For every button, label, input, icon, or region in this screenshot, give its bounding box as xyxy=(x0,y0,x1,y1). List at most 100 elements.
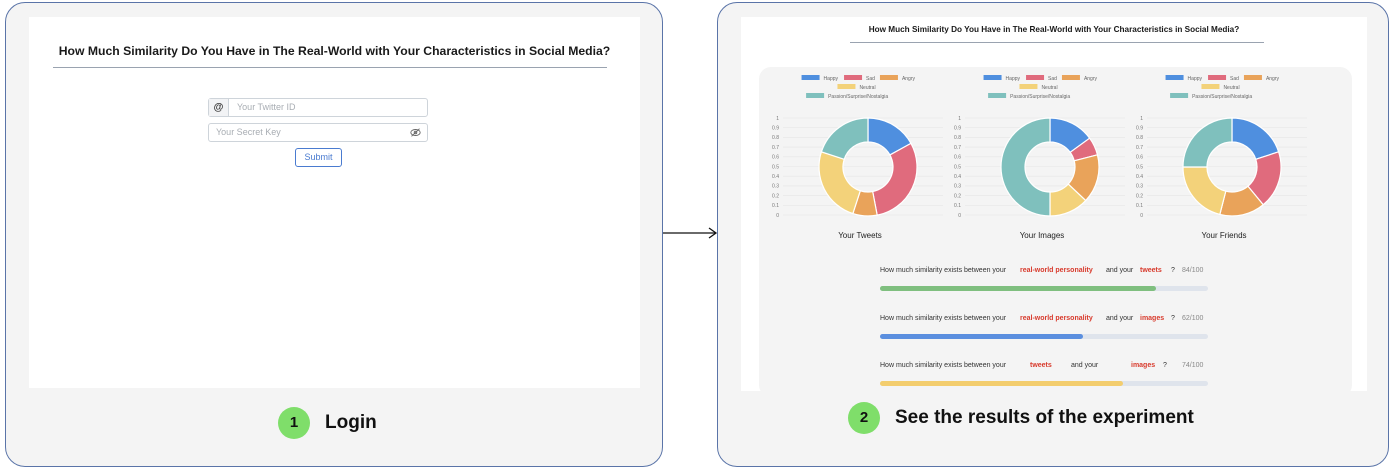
score: 62/100 xyxy=(1182,315,1204,322)
results-panel: How Much Similarity Do You Have in The R… xyxy=(717,2,1389,467)
chart-friends: Happy Sad Angry Neutral Passion/Surprise/Nos… xyxy=(1129,67,1319,247)
y-tick-label: 0.7 xyxy=(954,145,961,151)
y-tick-label: 0 xyxy=(776,213,779,219)
highlight-a: tweets xyxy=(1030,362,1052,369)
page-title: How Much Similarity Do You Have in The R… xyxy=(868,25,1240,34)
submit-button[interactable]: Submit xyxy=(295,148,342,167)
title-divider xyxy=(53,67,607,68)
legend-item: Neutral xyxy=(1019,84,1058,91)
progress-track xyxy=(880,334,1208,339)
highlight-b: tweets xyxy=(1140,267,1162,274)
y-tick-label: 0.7 xyxy=(772,145,779,151)
donut-slice-passion xyxy=(820,117,869,161)
legend-swatch xyxy=(1208,75,1227,80)
legend-label: Angry xyxy=(1084,76,1098,82)
donut-slice-neutral xyxy=(818,151,862,215)
legend-item: Angry xyxy=(1061,75,1098,82)
question-text: How much similarity exists between your … xyxy=(880,315,1204,322)
similarity-question: How much similarity exists between your … xyxy=(880,267,1210,291)
legend-swatch xyxy=(1243,75,1262,80)
chart-title: Your Friends xyxy=(1201,231,1247,240)
y-tick-label: 0.2 xyxy=(954,193,961,199)
y-tick-label: 1 xyxy=(958,116,961,122)
y-tick-label: 0.2 xyxy=(772,193,779,199)
legend-label: Happy xyxy=(1006,76,1021,82)
y-tick-label: 0.1 xyxy=(772,203,779,209)
y-tick-label: 0.3 xyxy=(1136,184,1143,190)
twitter-id-field[interactable]: @ Your Twitter ID xyxy=(208,98,428,117)
legend-item: Happy xyxy=(801,75,839,82)
legend-label: Neutral xyxy=(1041,85,1057,91)
login-screen: How Much Similarity Do You Have in The R… xyxy=(29,17,640,388)
eye-off-icon[interactable] xyxy=(410,128,421,137)
y-tick-label: 0.1 xyxy=(1136,203,1143,209)
legend-swatch xyxy=(1201,84,1220,89)
highlight-b: images xyxy=(1140,315,1165,322)
y-tick-label: 0.7 xyxy=(1136,145,1143,151)
legend-swatch xyxy=(988,93,1007,98)
legend-item: Angry xyxy=(1243,75,1280,82)
legend-label: Angry xyxy=(1266,76,1280,82)
step-label: Login xyxy=(325,412,377,433)
login-panel: How Much Similarity Do You Have in The R… xyxy=(5,2,663,467)
legend-item: Happy xyxy=(983,75,1021,82)
score: 84/100 xyxy=(1182,267,1204,274)
progress-fill xyxy=(880,381,1123,386)
step-label: See the results of the experiment xyxy=(895,407,1194,428)
similarity-question: How much similarity exists between your … xyxy=(880,362,1210,386)
secret-key-placeholder: Your Secret Key xyxy=(216,127,281,137)
donut-slice-happy xyxy=(1231,117,1280,161)
donut-chart: Happy Sad Angry Neutral Passion/Surprise/Nos… xyxy=(954,75,1125,219)
legend-swatch xyxy=(801,75,820,80)
secret-key-field[interactable]: Your Secret Key xyxy=(208,123,428,142)
legend-swatch xyxy=(1165,75,1184,80)
progress-fill xyxy=(880,334,1084,339)
y-tick-label: 0.9 xyxy=(1136,126,1143,132)
legend-item: Angry xyxy=(879,75,916,82)
similarity-question: How much similarity exists between your … xyxy=(880,315,1210,339)
legend-label: Passion/Surprise/Nostalgia xyxy=(1192,94,1252,100)
highlight-a: real-world personality xyxy=(1020,267,1093,274)
legend-swatch xyxy=(1019,84,1038,89)
chart-title: Your Tweets xyxy=(838,231,882,240)
highlight-a: real-world personality xyxy=(1020,315,1093,322)
legend-label: Sad xyxy=(1230,76,1239,82)
step-login: 1 Login xyxy=(278,407,377,439)
y-tick-label: 0 xyxy=(958,213,961,219)
legend-label: Sad xyxy=(866,76,875,82)
legend-label: Happy xyxy=(824,76,839,82)
y-tick-label: 0.4 xyxy=(1136,174,1143,180)
question-text: How much similarity exists between your … xyxy=(880,267,1204,274)
legend-label: Happy xyxy=(1188,76,1203,82)
title-divider xyxy=(850,42,1264,43)
legend-item: Neutral xyxy=(1201,84,1240,91)
progress-fill xyxy=(880,286,1156,291)
chart-title: Your Images xyxy=(1019,231,1065,240)
flow-arrow xyxy=(663,227,718,239)
chart-tweets: Happy Sad Angry Neutral Passion/Surprise/Nos… xyxy=(765,67,955,247)
y-tick-label: 1 xyxy=(776,116,779,122)
page-title: How Much Similarity Do You Have in The R… xyxy=(58,44,611,58)
legend-label: Angry xyxy=(902,76,916,82)
y-tick-label: 0.4 xyxy=(772,174,779,180)
y-tick-label: 0.3 xyxy=(772,184,779,190)
y-tick-label: 0.4 xyxy=(954,174,961,180)
y-tick-label: 1 xyxy=(1140,116,1143,122)
progress-track xyxy=(880,286,1208,291)
score: 74/100 xyxy=(1182,362,1204,369)
donut-slice-sad xyxy=(871,142,918,216)
legend-label: Passion/Surprise/Nostalgia xyxy=(1010,94,1070,100)
legend-item: Neutral xyxy=(837,84,876,91)
progress-track xyxy=(880,381,1208,386)
y-tick-label: 0.9 xyxy=(772,126,779,132)
highlight-b: images xyxy=(1131,362,1156,369)
legend-item: Happy xyxy=(1165,75,1203,82)
donut-slice-passion xyxy=(1000,117,1051,217)
step-results: 2 See the results of the experiment xyxy=(848,402,1194,434)
y-tick-label: 0.8 xyxy=(772,135,779,141)
legend-item: Sad xyxy=(844,75,875,82)
legend-swatch xyxy=(983,75,1002,80)
donut-slice-passion xyxy=(1182,117,1233,168)
legend-swatch xyxy=(806,93,825,98)
y-tick-label: 0.5 xyxy=(772,164,779,170)
